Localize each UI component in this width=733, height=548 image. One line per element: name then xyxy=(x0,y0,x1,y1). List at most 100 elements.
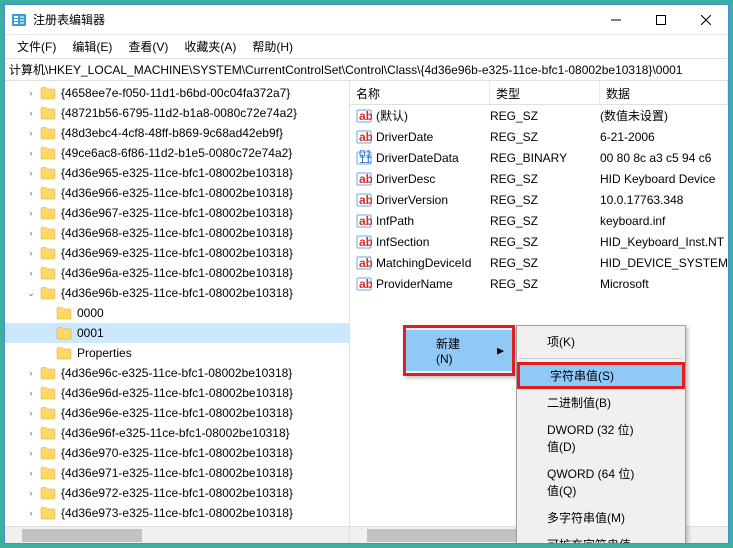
tree-item[interactable]: ›{49ce6ac8-6f86-11d2-b1e5-0080c72e74a2} xyxy=(5,143,349,163)
ctx-separator xyxy=(519,358,683,359)
string-value-icon: ab xyxy=(356,234,372,250)
value-data: HID_Keyboard_Inst.NT xyxy=(600,235,728,249)
tree-item-label: {4d36e972-e325-11ce-bfc1-08002be10318} xyxy=(59,486,293,500)
expander-open-icon[interactable]: ⌄ xyxy=(25,287,37,299)
ctx-string-value[interactable]: 字符串值(S) xyxy=(517,362,685,389)
svg-text:110: 110 xyxy=(359,152,372,166)
menu-view[interactable]: 查看(V) xyxy=(120,35,176,58)
menu-file[interactable]: 文件(F) xyxy=(9,35,64,58)
ctx-new[interactable]: 新建(N) ▶ xyxy=(406,330,512,371)
tree-item[interactable]: › {4d36e971-e325-11ce-bfc1-08002be10318} xyxy=(5,463,349,483)
expander-closed-icon[interactable]: › xyxy=(25,487,37,499)
tree-item[interactable]: ›{4d36e967-e325-11ce-bfc1-08002be10318} xyxy=(5,203,349,223)
tree-pane: ›{4658ee7e-f050-11d1-b6bd-00c04fa372a7}›… xyxy=(5,81,350,543)
tree-item[interactable]: ›{48721b56-6795-11d2-b1a8-0080c72e74a2} xyxy=(5,103,349,123)
value-row[interactable]: abMatchingDeviceIdREG_SZHID_DEVICE_SYSTE… xyxy=(350,252,728,273)
tree-item[interactable]: › {4d36e972-e325-11ce-bfc1-08002be10318} xyxy=(5,483,349,503)
expander-closed-icon[interactable]: › xyxy=(25,227,37,239)
value-row[interactable]: abProviderNameREG_SZMicrosoft xyxy=(350,273,728,294)
expander-closed-icon[interactable]: › xyxy=(25,107,37,119)
col-header-data[interactable]: 数据 xyxy=(600,81,728,104)
registry-tree[interactable]: ›{4658ee7e-f050-11d1-b6bd-00c04fa372a7}›… xyxy=(5,81,349,526)
tree-item[interactable]: 0000 xyxy=(5,303,349,323)
folder-icon xyxy=(40,466,56,480)
expander-closed-icon[interactable]: › xyxy=(25,187,37,199)
expander-closed-icon[interactable]: › xyxy=(25,207,37,219)
tree-item[interactable]: ›{4d36e968-e325-11ce-bfc1-08002be10318} xyxy=(5,223,349,243)
tree-item-label: {4d36e965-e325-11ce-bfc1-08002be10318} xyxy=(59,166,293,180)
ctx-dword-value[interactable]: DWORD (32 位)值(D) xyxy=(517,416,685,460)
menu-edit[interactable]: 编辑(E) xyxy=(64,35,120,58)
tree-item[interactable]: Properties xyxy=(5,343,349,363)
value-row[interactable]: abDriverVersionREG_SZ10.0.17763.348 xyxy=(350,189,728,210)
tree-item[interactable]: ›{4d36e966-e325-11ce-bfc1-08002be10318} xyxy=(5,183,349,203)
content-area: ›{4658ee7e-f050-11d1-b6bd-00c04fa372a7}›… xyxy=(5,81,728,543)
minimize-button[interactable] xyxy=(593,5,638,34)
expander-closed-icon[interactable]: › xyxy=(25,387,37,399)
tree-item-label: {4658ee7e-f050-11d1-b6bd-00c04fa372a7} xyxy=(59,86,290,100)
tree-item-label: {4d36e96c-e325-11ce-bfc1-08002be10318} xyxy=(59,366,292,380)
value-name: DriverVersion xyxy=(376,193,490,207)
ctx-multistring-value[interactable]: 多字符串值(M) xyxy=(517,504,685,531)
maximize-button[interactable] xyxy=(638,5,683,34)
value-row[interactable]: abDriverDateREG_SZ6-21-2006 xyxy=(350,126,728,147)
expander-closed-icon[interactable]: › xyxy=(25,427,37,439)
close-button[interactable] xyxy=(683,5,728,34)
address-bar[interactable]: 计算机\HKEY_LOCAL_MACHINE\SYSTEM\CurrentCon… xyxy=(5,59,728,81)
tree-item[interactable]: › {4658ee7e-f050-11d1-b6bd-00c04fa372a7} xyxy=(5,83,349,103)
value-data: 6-21-2006 xyxy=(600,130,728,144)
folder-icon xyxy=(40,86,56,100)
value-row[interactable]: abInfSectionREG_SZHID_Keyboard_Inst.NT xyxy=(350,231,728,252)
value-data: HID_DEVICE_SYSTEM xyxy=(600,256,728,270)
value-row[interactable]: abDriverDescREG_SZHID Keyboard Device xyxy=(350,168,728,189)
window-title: 注册表编辑器 xyxy=(33,11,593,28)
expander-closed-icon[interactable]: › xyxy=(25,407,37,419)
value-row[interactable]: ab(默认)REG_SZ(数值未设置) xyxy=(350,105,728,126)
expander-closed-icon[interactable]: › xyxy=(25,467,37,479)
expander-closed-icon[interactable]: › xyxy=(25,147,37,159)
tree-item[interactable]: 0001 xyxy=(5,323,349,343)
menubar: 文件(F) 编辑(E) 查看(V) 收藏夹(A) 帮助(H) xyxy=(5,35,728,59)
tree-item-label: {4d36e971-e325-11ce-bfc1-08002be10318} xyxy=(59,466,293,480)
tree-item[interactable]: › {4d36e965-e325-11ce-bfc1-08002be10318} xyxy=(5,163,349,183)
ctx-qword-value[interactable]: QWORD (64 位)值(Q) xyxy=(517,460,685,504)
expander-closed-icon[interactable]: › xyxy=(25,267,37,279)
svg-text:ab: ab xyxy=(359,277,372,291)
expander-closed-icon[interactable]: › xyxy=(25,447,37,459)
menu-help[interactable]: 帮助(H) xyxy=(244,35,301,58)
tree-item[interactable]: ›{4d36e973-e325-11ce-bfc1-08002be10318} xyxy=(5,503,349,523)
tree-item[interactable]: › {4d36e96a-e325-11ce-bfc1-08002be10318} xyxy=(5,263,349,283)
tree-scrollbar-h[interactable] xyxy=(5,526,349,543)
col-header-type[interactable]: 类型 xyxy=(490,81,600,104)
ctx-expandstring-value[interactable]: 可扩充字符串值(E) xyxy=(517,531,685,543)
value-row[interactable]: 011110DriverDateDataREG_BINARY00 80 8c a… xyxy=(350,147,728,168)
tree-item[interactable]: › {4d36e96f-e325-11ce-bfc1-08002be10318} xyxy=(5,423,349,443)
ctx-key[interactable]: 项(K) xyxy=(517,328,685,355)
expander-closed-icon[interactable]: › xyxy=(25,367,37,379)
svg-text:ab: ab xyxy=(359,172,372,186)
expander-none xyxy=(41,307,53,319)
tree-item[interactable]: ›{4d36e969-e325-11ce-bfc1-08002be10318} xyxy=(5,243,349,263)
value-type: REG_SZ xyxy=(490,214,600,228)
value-data: 10.0.17763.348 xyxy=(600,193,728,207)
tree-item[interactable]: ›{4d36e96d-e325-11ce-bfc1-08002be10318} xyxy=(5,383,349,403)
folder-icon xyxy=(40,426,56,440)
tree-item[interactable]: › {4d36e96c-e325-11ce-bfc1-08002be10318} xyxy=(5,363,349,383)
col-header-name[interactable]: 名称 xyxy=(350,81,490,104)
expander-closed-icon[interactable]: › xyxy=(25,247,37,259)
value-row[interactable]: abInfPathREG_SZkeyboard.inf xyxy=(350,210,728,231)
menu-favorites[interactable]: 收藏夹(A) xyxy=(176,35,244,58)
tree-item[interactable]: ›{48d3ebc4-4cf8-48ff-b869-9c68ad42eb9f} xyxy=(5,123,349,143)
expander-closed-icon[interactable]: › xyxy=(25,127,37,139)
tree-item-label: 0001 xyxy=(75,326,104,340)
expander-closed-icon[interactable]: › xyxy=(25,507,37,519)
tree-item[interactable]: ›{4d36e96e-e325-11ce-bfc1-08002be10318} xyxy=(5,403,349,423)
tree-item[interactable]: ›{4d36e970-e325-11ce-bfc1-08002be10318} xyxy=(5,443,349,463)
tree-item[interactable]: ⌄{4d36e96b-e325-11ce-bfc1-08002be10318} xyxy=(5,283,349,303)
expander-closed-icon[interactable]: › xyxy=(25,87,37,99)
tree-item-label: {4d36e96f-e325-11ce-bfc1-08002be10318} xyxy=(59,426,290,440)
ctx-binary-value[interactable]: 二进制值(B) xyxy=(517,389,685,416)
tree-item-label: {4d36e96a-e325-11ce-bfc1-08002be10318} xyxy=(59,266,293,280)
chevron-right-icon: ▶ xyxy=(497,345,504,356)
expander-closed-icon[interactable]: › xyxy=(25,167,37,179)
